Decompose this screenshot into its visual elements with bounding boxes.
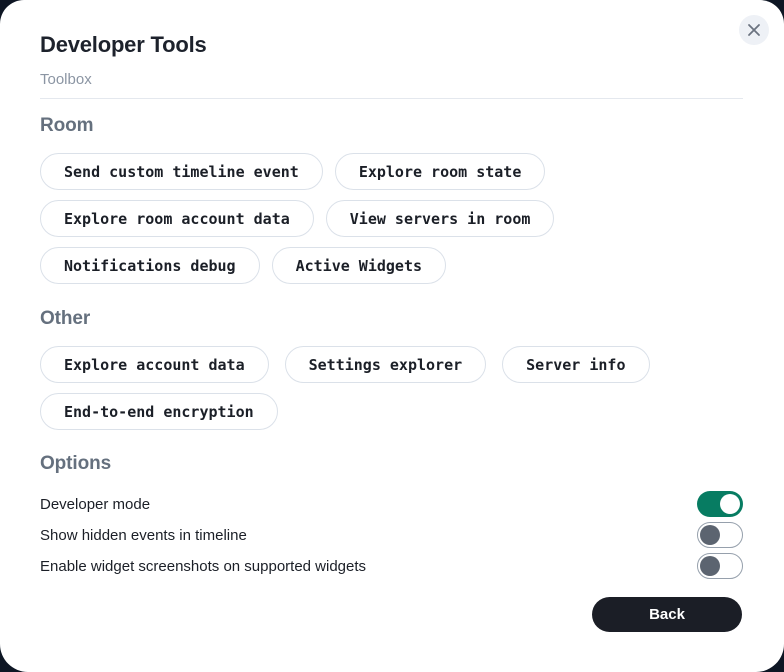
toggle-knob	[720, 494, 740, 514]
section-heading-other: Other	[40, 308, 743, 330]
developer-tools-dialog: Developer Tools Toolbox Room Send custom…	[0, 0, 784, 672]
option-row-widget-screenshots: Enable widget screenshots on supported w…	[40, 553, 743, 579]
section-heading-options: Options	[40, 453, 743, 475]
section-heading-room: Room	[40, 115, 743, 137]
dialog-footer: Back	[40, 597, 743, 632]
options-list: Developer mode Show hidden events in tim…	[40, 491, 743, 579]
show-hidden-events-label: Show hidden events in timeline	[40, 527, 247, 544]
explore-room-state-button[interactable]: Explore room state	[335, 153, 546, 190]
toggle-knob	[700, 525, 720, 545]
show-hidden-events-toggle[interactable]	[697, 522, 743, 548]
page-title: Developer Tools	[40, 32, 743, 58]
other-button-row: Explore account data Settings explorer S…	[40, 346, 743, 430]
active-widgets-button[interactable]: Active Widgets	[272, 247, 446, 284]
developer-mode-toggle[interactable]	[697, 491, 743, 517]
close-icon	[747, 23, 761, 37]
widget-screenshots-label: Enable widget screenshots on supported w…	[40, 558, 366, 575]
toggle-knob	[700, 556, 720, 576]
back-button[interactable]: Back	[592, 597, 742, 632]
explore-room-account-data-button[interactable]: Explore room account data	[40, 200, 314, 237]
toolbox-category-label: Toolbox	[40, 71, 92, 88]
room-button-row: Send custom timeline event Explore room …	[40, 153, 743, 284]
view-servers-in-room-button[interactable]: View servers in room	[326, 200, 555, 237]
option-row-developer-mode: Developer mode	[40, 491, 743, 517]
settings-explorer-button[interactable]: Settings explorer	[285, 346, 487, 383]
toolbox-divider-row: Toolbox	[40, 71, 743, 99]
developer-mode-label: Developer mode	[40, 496, 150, 513]
option-row-show-hidden-events: Show hidden events in timeline	[40, 522, 743, 548]
close-button[interactable]	[739, 15, 769, 45]
end-to-end-encryption-button[interactable]: End-to-end encryption	[40, 393, 278, 430]
widget-screenshots-toggle[interactable]	[697, 553, 743, 579]
send-custom-timeline-event-button[interactable]: Send custom timeline event	[40, 153, 323, 190]
server-info-button[interactable]: Server info	[502, 346, 649, 383]
notifications-debug-button[interactable]: Notifications debug	[40, 247, 260, 284]
explore-account-data-button[interactable]: Explore account data	[40, 346, 269, 383]
